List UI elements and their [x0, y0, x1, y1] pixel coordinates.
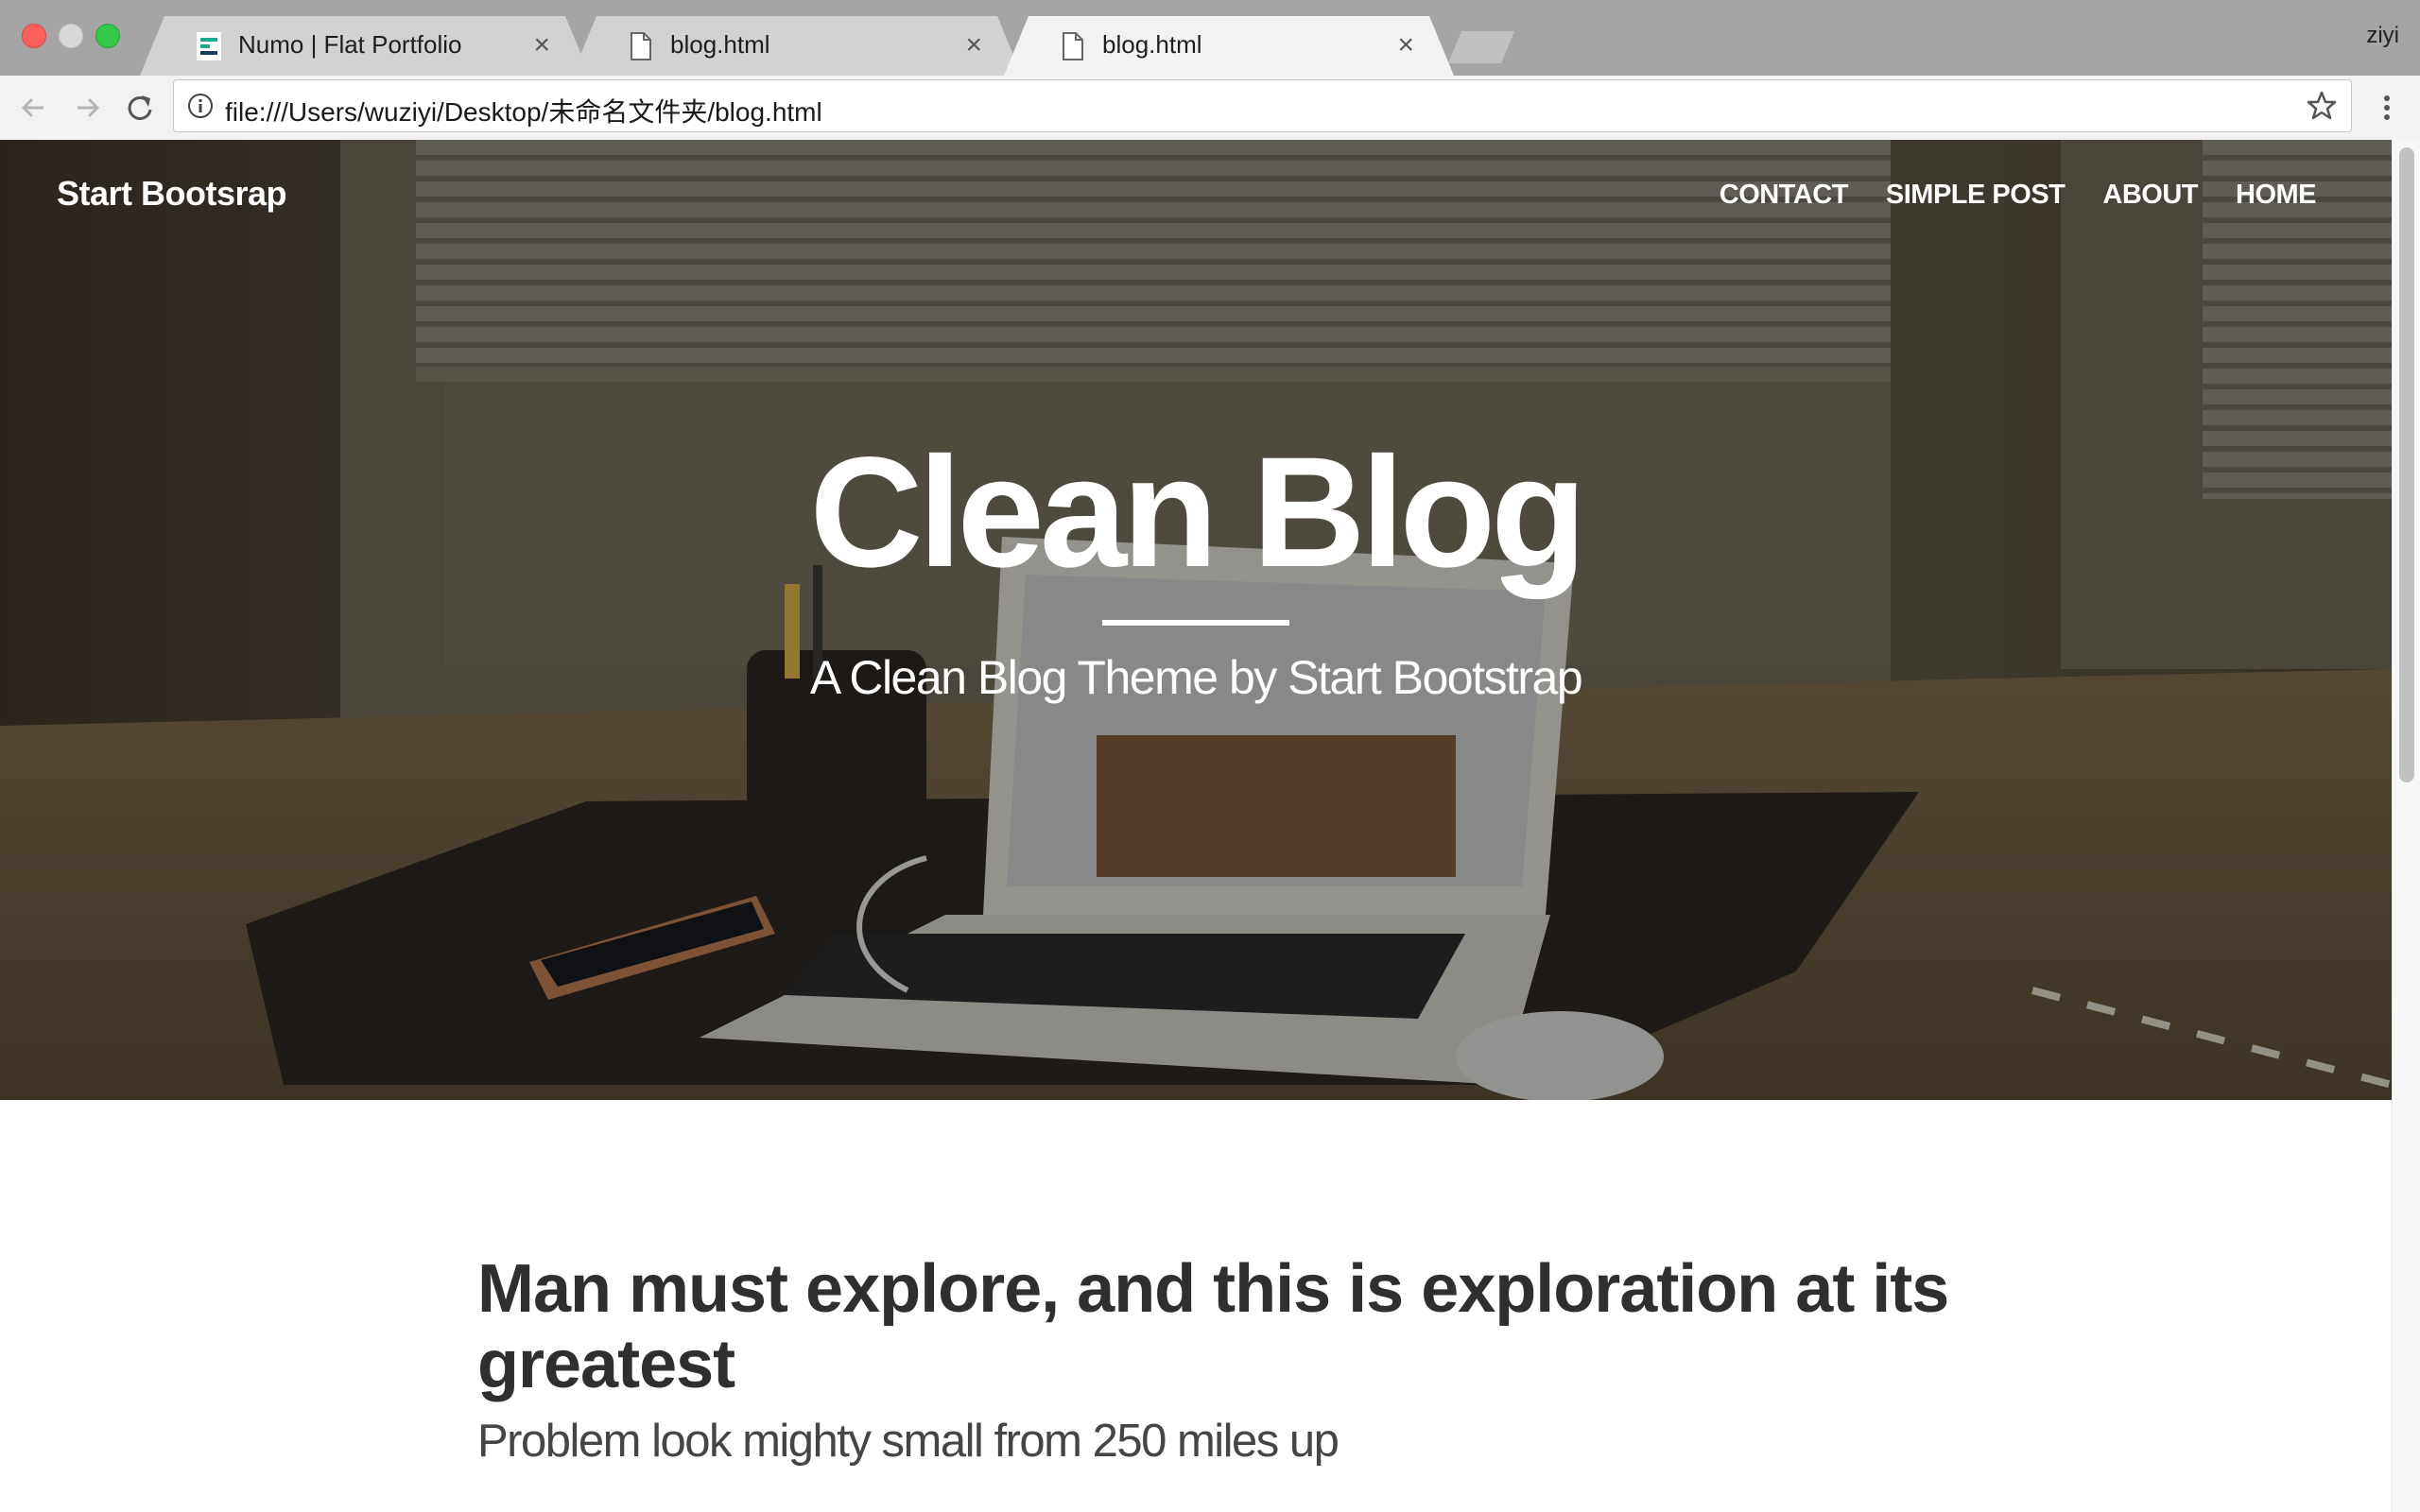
profile-name[interactable]: ziyi — [2366, 23, 2399, 49]
tab-title: Numo | Flat Portfolio — [238, 30, 462, 59]
page-scrollbar[interactable] — [2392, 140, 2420, 1512]
hero-header: Start Bootsrap CONTACT SIMPLE POST ABOUT… — [0, 140, 2392, 1100]
close-window-button[interactable] — [22, 24, 46, 48]
post-preview-title[interactable]: Man must explore, and this is exploratio… — [477, 1251, 1952, 1402]
document-icon — [629, 32, 653, 60]
hero-divider — [1102, 620, 1289, 626]
close-tab-icon[interactable]: × — [1397, 26, 1414, 64]
browser-tab-blog-active[interactable]: blog.html × — [1004, 16, 1454, 76]
arrow-right-icon[interactable] — [66, 87, 108, 129]
site-brand[interactable]: Start Bootsrap — [57, 174, 287, 214]
site-nav: CONTACT SIMPLE POST ABOUT HOME — [1720, 180, 2317, 211]
url-text[interactable]: file:///Users/wuziyi/Desktop/未命名文件夹/blog… — [225, 92, 822, 129]
nav-link-home[interactable]: HOME — [2236, 180, 2317, 211]
tab-title: blog.html — [670, 30, 770, 59]
reload-icon[interactable] — [119, 87, 161, 129]
browser-tab-blog-1[interactable]: blog.html × — [572, 16, 1022, 76]
page-viewport: Start Bootsrap CONTACT SIMPLE POST ABOUT… — [0, 140, 2392, 1512]
arrow-left-icon[interactable] — [13, 87, 55, 129]
maximize-window-button[interactable] — [95, 24, 120, 48]
info-icon[interactable] — [187, 93, 214, 119]
kebab-menu-icon[interactable] — [2373, 87, 2401, 129]
document-icon — [1061, 32, 1085, 60]
minimize-window-button[interactable] — [59, 24, 83, 48]
post-preview-subtitle[interactable]: Problem look mighty small from 250 miles… — [477, 1415, 1340, 1468]
close-tab-icon[interactable]: × — [965, 26, 982, 64]
close-tab-icon[interactable]: × — [533, 26, 550, 64]
nav-link-simple-post[interactable]: SIMPLE POST — [1886, 180, 2066, 211]
address-bar[interactable]: file:///Users/wuziyi/Desktop/未命名文件夹/blog… — [173, 79, 2352, 132]
numo-favicon-icon — [197, 32, 221, 60]
new-tab-button[interactable] — [1448, 31, 1514, 63]
nav-link-contact[interactable]: CONTACT — [1720, 180, 1849, 211]
tab-title: blog.html — [1102, 30, 1202, 59]
hero-subtitle: A Clean Blog Theme by Start Bootstrap — [809, 651, 1583, 704]
browser-tab-numo[interactable]: Numo | Flat Portfolio × — [140, 16, 590, 76]
nav-link-about[interactable]: ABOUT — [2102, 180, 2198, 211]
hero-title: Clean Blog — [809, 425, 1587, 600]
star-icon[interactable] — [2306, 90, 2338, 122]
browser-tab-strip: Numo | Flat Portfolio × blog.html × blog… — [0, 0, 2420, 76]
scrollbar-thumb[interactable] — [2399, 147, 2414, 782]
browser-toolbar: file:///Users/wuziyi/Desktop/未命名文件夹/blog… — [0, 76, 2420, 141]
